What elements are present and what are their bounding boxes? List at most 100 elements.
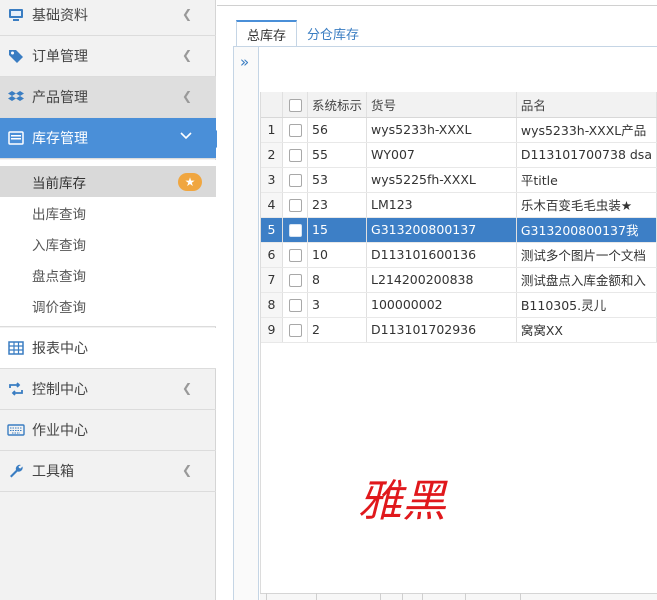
submenu-item-outbound-query[interactable]: 出库查询 [0, 197, 216, 228]
double-chevron-right-icon[interactable]: » [240, 53, 249, 71]
row-checkbox[interactable] [288, 224, 302, 237]
monitor-icon [6, 5, 26, 25]
menu-item-inventory[interactable]: 库存管理 [0, 118, 226, 159]
submenu-item-inbound-query[interactable]: 入库查询 [0, 228, 216, 259]
row-number: 4 [261, 192, 284, 218]
pager-divider [266, 593, 267, 600]
row-number: 2 [261, 142, 284, 168]
row-checkbox[interactable] [288, 124, 302, 137]
header-row: 系统标示 货号 品名 [261, 92, 657, 118]
select-all-checkbox[interactable] [288, 98, 302, 112]
table-row[interactable]: 6 10 D113101600136 测试多个图片一个文档 [261, 242, 657, 268]
table-row[interactable]: 1 56 wys5233h-XXXL wys5233h-XXXL产品 [261, 117, 657, 143]
cell-name: B110305.灵儿 [516, 292, 657, 318]
row-checkbox-cell[interactable] [282, 317, 309, 343]
tab-warehouse-stock[interactable]: 分仓库存 [297, 20, 369, 47]
row-checkbox[interactable] [288, 324, 302, 337]
chevron-left-icon: ❮ [181, 463, 192, 477]
chevron-left-icon: ❮ [181, 381, 192, 395]
cell-system-id: 10 [307, 242, 368, 268]
cell-name: D113101700738 dsa [516, 142, 657, 168]
row-number: 5 [261, 217, 284, 243]
row-checkbox[interactable] [288, 299, 302, 312]
row-checkbox-cell[interactable] [282, 267, 309, 293]
cell-system-id: 56 [307, 117, 368, 143]
row-checkbox-cell[interactable] [282, 292, 309, 318]
menu-item-basic-data[interactable]: 基础资料 ❮ [0, 0, 216, 36]
row-checkbox[interactable] [288, 274, 302, 287]
menu-item-control-center[interactable]: 控制中心 ❮ [0, 369, 216, 410]
cell-system-id: 3 [307, 292, 368, 318]
cell-name: 乐木百变毛毛虫装★ [516, 192, 657, 218]
row-number: 7 [261, 267, 284, 293]
tags-icon [6, 46, 26, 66]
menu-label: 报表中心 [32, 341, 88, 357]
pager-divider [465, 593, 466, 600]
cell-sku: wys5233h-XXXL [366, 117, 517, 143]
row-checkbox-cell[interactable] [282, 167, 309, 193]
table-row[interactable]: 2 55 WY007 D113101700738 dsa [261, 142, 657, 168]
pager-divider [422, 593, 423, 600]
menu-item-jobs-center[interactable]: 作业中心 [0, 410, 216, 451]
table-row[interactable]: 9 2 D113101702936 窝窝XX [261, 317, 657, 343]
row-checkbox[interactable] [288, 249, 302, 262]
row-checkbox-cell[interactable] [282, 217, 309, 243]
table-row[interactable]: 8 3 100000002 B110305.灵儿 [261, 292, 657, 318]
cell-name: 窝窝XX [516, 317, 657, 343]
menu-item-toolbox[interactable]: 工具箱 ❮ [0, 451, 216, 492]
submenu-label: 调价查询 [32, 299, 86, 316]
submenu-label: 当前库存 [32, 175, 86, 192]
watermark-yahei: 雅黑 [358, 476, 448, 527]
tab-total-stock[interactable]: 总库存 [236, 20, 298, 47]
menu-item-products[interactable]: 产品管理 ❮ [0, 77, 216, 118]
grid-toolbar [260, 47, 657, 92]
menu-label: 控制中心 [32, 382, 88, 398]
menu-label: 产品管理 [32, 90, 88, 106]
row-number-header [261, 92, 284, 118]
menu-label: 作业中心 [32, 423, 88, 439]
row-checkbox-cell[interactable] [282, 117, 309, 143]
row-checkbox[interactable] [288, 174, 302, 187]
cell-system-id: 23 [307, 192, 368, 218]
submenu-label: 出库查询 [32, 206, 86, 223]
cell-system-id: 53 [307, 167, 368, 193]
row-number: 8 [261, 292, 284, 318]
column-header-sku[interactable]: 货号 [366, 92, 517, 118]
table-row[interactable]: 7 8 L214200200838 测试盘点入库金额和入 [261, 267, 657, 293]
row-checkbox[interactable] [288, 149, 302, 162]
menu-item-reports[interactable]: 报表中心 [0, 328, 216, 369]
row-checkbox-cell[interactable] [282, 242, 309, 268]
table-row[interactable]: 5 15 G313200800137 G313200800137我 [261, 217, 657, 243]
column-header-system-id[interactable]: 系统标示 [307, 92, 368, 118]
row-checkbox-cell[interactable] [282, 192, 309, 218]
tab-bar: 总库存 分仓库存 [236, 20, 369, 47]
inventory-submenu: 当前库存 ★ 出库查询 入库查询 盘点查询 调价查询 [0, 160, 216, 327]
cell-sku: D113101702936 [366, 317, 517, 343]
chevron-left-icon: ❮ [181, 48, 192, 62]
menu-label: 基础资料 [32, 8, 88, 24]
chevron-left-icon: ❮ [181, 89, 192, 103]
sidebar: 基础资料 ❮ 订单管理 ❮ 产品管理 ❮ 库存管理 当前库存 ★ 出库查询 入库… [0, 0, 226, 600]
row-number: 3 [261, 167, 284, 193]
submenu-item-stocktake-query[interactable]: 盘点查询 [0, 259, 216, 290]
column-header-name[interactable]: 品名 [516, 92, 657, 118]
cell-sku: G313200800137 [366, 217, 517, 243]
select-all-header[interactable] [282, 92, 309, 118]
pager-divider [520, 593, 521, 600]
row-checkbox[interactable] [288, 199, 302, 212]
retweet-icon [6, 379, 26, 399]
submenu-item-price-adjust-query[interactable]: 调价查询 [0, 290, 216, 321]
collapse-strip[interactable]: » [233, 47, 259, 600]
table-row[interactable]: 4 23 LM123 乐木百变毛毛虫装★ [261, 192, 657, 218]
wrench-icon [6, 461, 26, 481]
cell-sku: L214200200838 [366, 267, 517, 293]
menu-label: 订单管理 [32, 49, 88, 65]
cell-sku: WY007 [366, 142, 517, 168]
cell-sku: LM123 [366, 192, 517, 218]
submenu-item-current-stock[interactable]: 当前库存 ★ [0, 166, 216, 197]
menu-item-orders[interactable]: 订单管理 ❮ [0, 36, 216, 77]
table-row[interactable]: 3 53 wys5225fh-XXXL 平title [261, 167, 657, 193]
row-checkbox-cell[interactable] [282, 142, 309, 168]
cell-sku: wys5225fh-XXXL [366, 167, 517, 193]
pager-divider [402, 593, 403, 600]
